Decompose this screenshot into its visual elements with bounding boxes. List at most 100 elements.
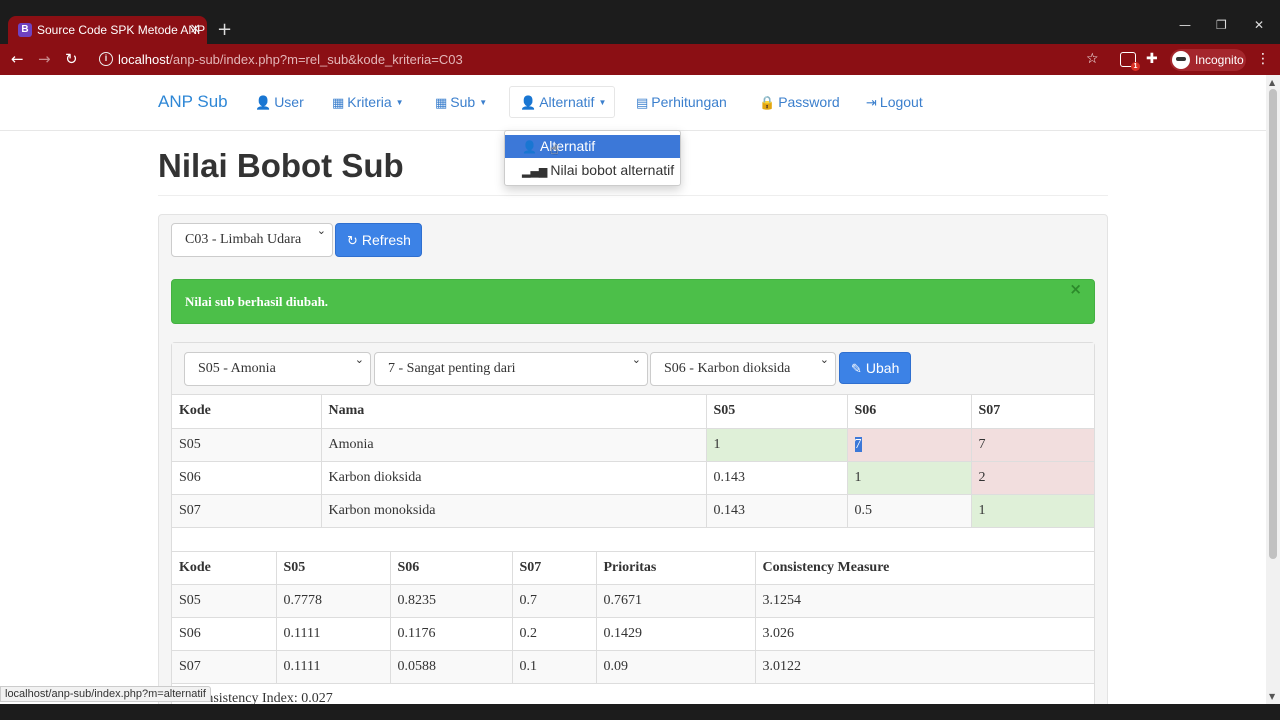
column-header: S07 bbox=[512, 551, 597, 585]
extensions-puzzle-icon[interactable]: ✚ bbox=[1146, 51, 1158, 67]
url-path: /anp-sub/index.php?m=rel_sub&kode_kriter… bbox=[169, 52, 463, 67]
table-row: S07 Karbon monoksida 0.143 0.5 1 bbox=[172, 494, 1094, 528]
chevron-down-icon: ⌄ bbox=[631, 353, 641, 366]
table-cell: 0.09 bbox=[596, 650, 756, 684]
caret-down-icon: ▼ bbox=[479, 98, 488, 107]
comparison-matrix-table: Kode Nama S05 S06 S07 S05 Amonia 1 7 7 S… bbox=[172, 395, 1094, 528]
value-select[interactable]: 7 - Sangat penting dari ⌄ bbox=[374, 352, 648, 386]
nav-item-label: Sub bbox=[450, 94, 476, 110]
criteria-select[interactable]: C03 - Limbah Udara ⌄ bbox=[171, 223, 333, 257]
nav-item-sub[interactable]: ▦ Sub ▼ bbox=[435, 94, 487, 112]
scrollbar-thumb[interactable] bbox=[1269, 89, 1277, 559]
table-row: S05 Amonia 1 7 7 bbox=[172, 428, 1094, 462]
site-info-icon[interactable]: i bbox=[99, 52, 113, 66]
item2-select-value: S06 - Karbon dioksida bbox=[664, 361, 791, 376]
window-close-icon[interactable]: ✕ bbox=[1254, 18, 1264, 32]
navbar-brand[interactable]: ANP Sub bbox=[158, 92, 228, 112]
user-icon: 👤 bbox=[522, 140, 537, 154]
caret-down-icon: ▼ bbox=[598, 98, 607, 107]
browser-titlebar: B Source Code SPK Metode ANP × + — ❐ ✕ bbox=[0, 0, 1280, 44]
table-cell: 0.5 bbox=[847, 494, 972, 528]
hand-cursor-icon: ☝ bbox=[550, 142, 559, 158]
table-cell: S05 bbox=[172, 584, 277, 618]
incognito-button[interactable]: Incognito bbox=[1170, 49, 1246, 71]
forward-icon[interactable]: → bbox=[38, 51, 51, 67]
table-cell: 0.1111 bbox=[276, 650, 391, 684]
table-cell: 0.1429 bbox=[596, 617, 756, 651]
bookmark-star-icon[interactable]: ☆ bbox=[1086, 51, 1099, 67]
user-icon: 👤 bbox=[255, 96, 272, 111]
nav-item-label: Perhitungan bbox=[651, 94, 727, 110]
column-header: S05 bbox=[706, 395, 848, 429]
new-tab-icon[interactable]: + bbox=[217, 20, 232, 40]
extension-icon[interactable]: 1 bbox=[1120, 52, 1140, 71]
selected-text: 7 bbox=[854, 436, 862, 452]
back-icon[interactable]: ← bbox=[11, 51, 24, 67]
title-divider bbox=[158, 195, 1108, 196]
scroll-up-icon[interactable]: ▲ bbox=[1269, 78, 1275, 87]
nav-item-label: Password bbox=[778, 94, 840, 110]
close-icon[interactable]: × bbox=[1069, 280, 1082, 298]
nav-item-logout[interactable]: ⇥ Logout bbox=[866, 94, 923, 112]
status-bar-url: localhost/anp-sub/index.php?m=alternatif bbox=[0, 686, 211, 702]
chevron-down-icon: ⌄ bbox=[316, 224, 326, 237]
column-header: Kode bbox=[172, 551, 277, 585]
alert-text: Nilai sub berhasil diubah. bbox=[185, 294, 329, 309]
nav-item-alternatif[interactable]: 👤 Alternatif ▼ bbox=[520, 94, 606, 112]
page-scrollbar[interactable]: ▲ ▼ bbox=[1266, 75, 1280, 720]
grid-icon: ▦ bbox=[332, 96, 345, 111]
nav-item-password[interactable]: 🔒 Password bbox=[759, 94, 840, 112]
browser-toolbar: ← → ↻ i localhost/anp-sub/index.php?m=re… bbox=[0, 44, 1280, 75]
table-cell: Amonia bbox=[321, 428, 707, 462]
table-cell: 0.2 bbox=[512, 617, 597, 651]
reload-icon[interactable]: ↻ bbox=[65, 51, 78, 67]
nav-item-label: Alternatif bbox=[539, 94, 595, 110]
nav-item-user[interactable]: 👤 User bbox=[255, 94, 304, 112]
refresh-button[interactable]: ↻ Refresh bbox=[335, 223, 422, 257]
dropdown-item-label: Nilai bobot alternatif bbox=[550, 162, 675, 178]
table-row: S06 Karbon dioksida 0.143 1 2 bbox=[172, 461, 1094, 495]
value-select-value: 7 - Sangat penting dari bbox=[388, 361, 516, 376]
refresh-icon: ↻ bbox=[347, 234, 358, 249]
nav-item-label: Kriteria bbox=[347, 94, 392, 110]
column-header: Consistency Measure bbox=[755, 551, 1094, 585]
address-bar[interactable]: localhost/anp-sub/index.php?m=rel_sub&ko… bbox=[118, 52, 463, 67]
column-header: S07 bbox=[971, 395, 1094, 429]
table-cell: 0.7778 bbox=[276, 584, 391, 618]
browser-tab[interactable]: B Source Code SPK Metode ANP × bbox=[8, 16, 207, 44]
nav-item-label: User bbox=[274, 94, 304, 110]
comparison-form: S05 - Amonia ⌄ 7 - Sangat penting dari ⌄ S… bbox=[172, 343, 1094, 395]
item2-select[interactable]: S06 - Karbon dioksida ⌄ bbox=[650, 352, 836, 386]
column-header: S06 bbox=[390, 551, 513, 585]
column-header: S06 bbox=[847, 395, 972, 429]
table-cell: 3.0122 bbox=[755, 650, 1094, 684]
table-cell: 1 bbox=[847, 461, 972, 495]
table-cell: 0.1 bbox=[512, 650, 597, 684]
nav-item-kriteria[interactable]: ▦ Kriteria ▼ bbox=[332, 94, 404, 112]
page-title: Nilai Bobot Sub bbox=[158, 147, 404, 184]
table-cell: S06 bbox=[172, 461, 322, 495]
table-cell: S06 bbox=[172, 617, 277, 651]
window-bottom-edge bbox=[0, 704, 1280, 720]
lock-icon: 🔒 bbox=[759, 96, 776, 111]
restore-icon[interactable]: ❐ bbox=[1216, 18, 1227, 32]
nav-item-perhitungan[interactable]: ▤ Perhitungan bbox=[636, 94, 727, 112]
chevron-down-icon: ⌄ bbox=[354, 353, 364, 366]
item1-select[interactable]: S05 - Amonia ⌄ bbox=[184, 352, 371, 386]
browser-menu-icon[interactable]: ⋮ bbox=[1256, 51, 1270, 67]
dropdown-item-nilai-bobot[interactable]: ▂▄▆ Nilai bobot alternatif bbox=[505, 159, 680, 182]
minimize-icon[interactable]: — bbox=[1179, 18, 1191, 32]
dropdown-item-alternatif[interactable]: 👤 Alternatif bbox=[505, 135, 680, 158]
scroll-down-icon[interactable]: ▼ bbox=[1269, 692, 1275, 701]
table-cell: 1 bbox=[971, 494, 1094, 528]
table-cell: 7 bbox=[847, 428, 972, 462]
ubah-button[interactable]: ✎ Ubah bbox=[839, 352, 911, 384]
tab-close-icon[interactable]: × bbox=[189, 21, 201, 37]
column-header: S05 bbox=[276, 551, 391, 585]
ubah-label: Ubah bbox=[865, 360, 900, 376]
comparison-panel: S05 - Amonia ⌄ 7 - Sangat penting dari ⌄ S… bbox=[171, 342, 1095, 720]
table-cell: S07 bbox=[172, 494, 322, 528]
table-cell: 3.1254 bbox=[755, 584, 1094, 618]
table-cell: 0.1111 bbox=[276, 617, 391, 651]
url-host: localhost bbox=[118, 52, 170, 67]
